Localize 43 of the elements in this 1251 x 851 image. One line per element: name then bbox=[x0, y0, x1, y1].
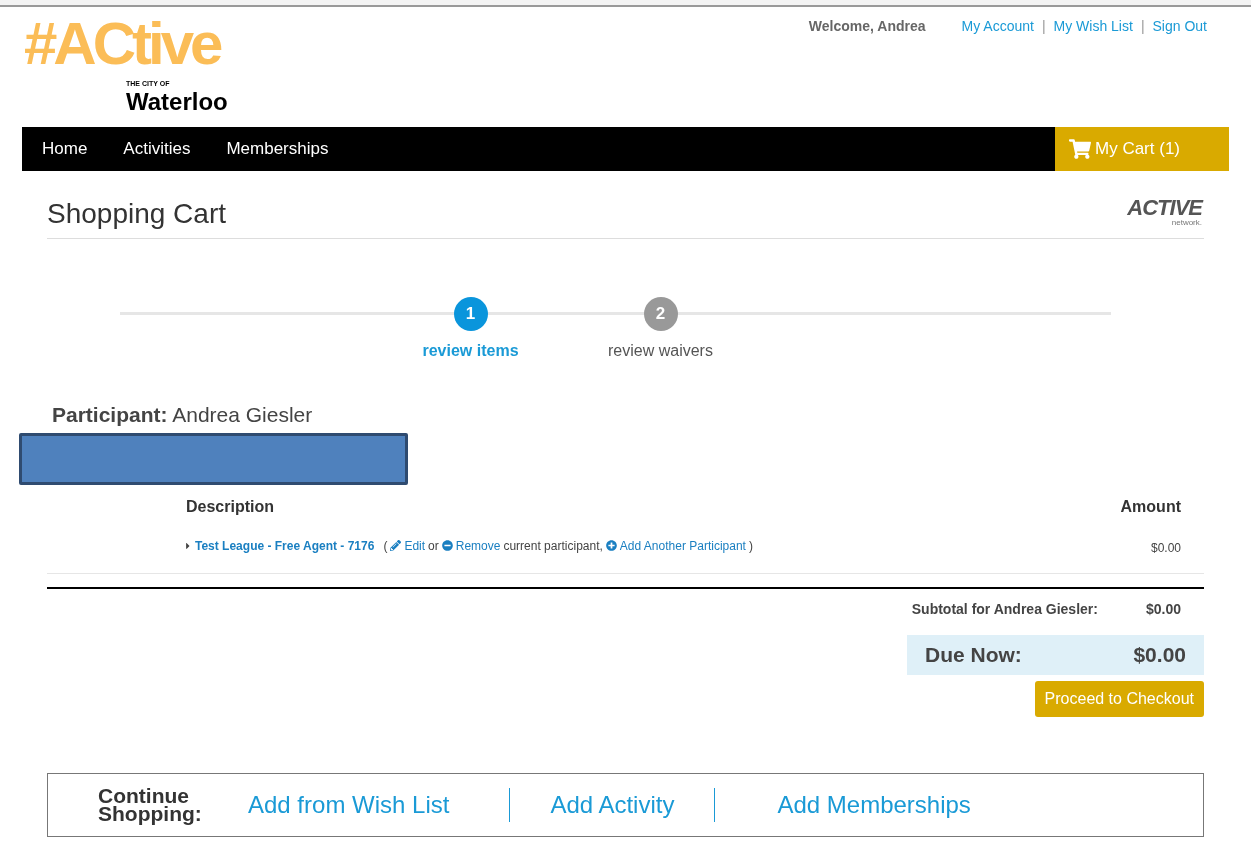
expand-icon bbox=[184, 540, 192, 551]
continue-label: Continue Shopping: bbox=[98, 786, 203, 823]
welcome-text: Welcome, Andrea bbox=[808, 17, 926, 36]
remove-link[interactable]: Remove bbox=[455, 536, 501, 555]
page-title: Shopping Cart bbox=[47, 197, 226, 231]
subtotal-value: $0.00 bbox=[1145, 599, 1181, 619]
amount-cell-text: $0.00 bbox=[1150, 539, 1181, 557]
partner-logo: ACTIVE network. bbox=[1127, 197, 1202, 229]
plus-icon bbox=[605, 540, 617, 551]
nav-link[interactable]: Memberships bbox=[226, 136, 329, 162]
shopping-link[interactable]: Add Memberships bbox=[777, 786, 971, 823]
cart-button[interactable]: My Cart (1) bbox=[1055, 127, 1229, 171]
edit-link[interactable]: Edit bbox=[404, 536, 426, 555]
due-label: Due Now: bbox=[925, 641, 1022, 668]
shopping-link[interactable]: Add Activity bbox=[550, 786, 675, 823]
paren-text: ) bbox=[748, 537, 753, 555]
cart-icon bbox=[1069, 139, 1091, 159]
item-link[interactable]: Test League - Free Agent - 7176 bbox=[195, 536, 375, 555]
participant-name: Participant: Andrea Giesler bbox=[52, 402, 314, 428]
column-header: Amount bbox=[1120, 496, 1181, 517]
header-link[interactable]: My Account bbox=[961, 16, 1034, 37]
nav-link[interactable]: Home bbox=[42, 136, 88, 162]
shopping-link[interactable]: Add from Wish List bbox=[248, 786, 450, 823]
step-number: 1 bbox=[453, 297, 488, 331]
participant-text: current participant, bbox=[503, 537, 603, 555]
due-value: $0.00 bbox=[1133, 641, 1186, 668]
column-header: Description bbox=[186, 496, 274, 517]
separator: | bbox=[1140, 17, 1145, 36]
paren-text: ( bbox=[383, 537, 388, 555]
logo-hashtag: #ACtive bbox=[24, 13, 220, 75]
minus-icon bbox=[441, 540, 453, 551]
add-participant-link[interactable]: Add Another Participant bbox=[619, 536, 746, 555]
pencil-icon bbox=[390, 540, 402, 551]
checkout-button[interactable]: Proceed to Checkout bbox=[1034, 680, 1204, 717]
step-label[interactable]: review waivers bbox=[608, 339, 713, 363]
header-link[interactable]: My Wish List bbox=[1053, 16, 1133, 37]
nav-link[interactable]: Activities bbox=[123, 136, 191, 162]
step-number: 2 bbox=[643, 297, 678, 331]
separator: | bbox=[1041, 17, 1046, 36]
or-text: or bbox=[428, 537, 439, 555]
subtotal-label: Subtotal for Andrea Giesler: bbox=[911, 599, 1098, 619]
header-link[interactable]: Sign Out bbox=[1152, 16, 1207, 37]
step-label[interactable]: review items bbox=[422, 339, 519, 363]
